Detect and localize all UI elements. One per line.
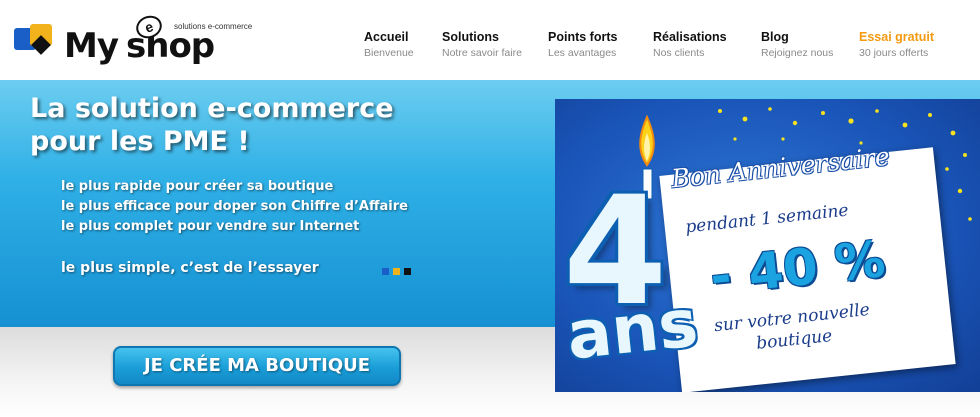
hero-bullet: le plus efficace pour doper son Chiffre … [61,199,408,214]
colored-squares-icon [382,268,418,276]
hero-bullet: le plus rapide pour créer sa boutique [61,179,334,194]
header: My shop e solutions e-commerce Accueil Bi… [0,0,980,80]
nav-item-blog[interactable]: Blog Rejoignez nous [761,30,833,59]
hero-bullet: le plus complet pour vendre sur Internet [61,219,360,234]
nav-item-title: Réalisations [653,30,727,44]
nav-item-title: Solutions [442,30,499,44]
logo-squares-icon [14,24,58,60]
nav-item-realisations[interactable]: Réalisations Nos clients [653,30,727,59]
nav-item-subtitle: Nos clients [653,47,705,59]
hero-title-line1: La solution e-commerce [30,93,394,124]
nav-item-title: Essai gratuit [859,30,935,44]
hero-bullets: le plus rapide pour créer sa boutique le… [61,177,408,237]
hero-title: La solution e-commerce pour les PME ! [30,92,394,158]
nav-item-title: Accueil [364,30,409,44]
nav-item-subtitle: Les avantages [548,47,617,59]
nav-item-essai-gratuit[interactable]: Essai gratuit 30 jours offerts [859,30,934,59]
hero-tagline: le plus simple, c’est de l’essayer [61,260,319,276]
nav-item-subtitle: Notre savoir faire [442,47,522,59]
promo-years-label: ans [563,284,702,375]
hero-title-line2: pour les PME ! [30,126,250,157]
logo-text-my: My [64,26,119,66]
nav-item-title: Points forts [548,30,618,44]
nav-item-title: Blog [761,30,789,44]
nav-item-subtitle: Bienvenue [364,47,414,59]
nav-item-points-forts[interactable]: Points forts Les avantages [548,30,617,59]
nav-item-solutions[interactable]: Solutions Notre savoir faire [442,30,522,59]
nav-item-subtitle: 30 jours offerts [859,47,929,59]
create-shop-button[interactable]: JE CRÉE MA BOUTIQUE [113,346,401,386]
anniversary-promo[interactable]: Bon Anniversaire pendant 1 semaine - 40 … [555,99,980,392]
nav-item-accueil[interactable]: Accueil Bienvenue [364,30,414,59]
nav-item-subtitle: Rejoignez nous [761,47,834,59]
site-logo[interactable]: My shop e solutions e-commerce [14,12,264,70]
logo-tagline: solutions e-commerce [174,22,253,31]
